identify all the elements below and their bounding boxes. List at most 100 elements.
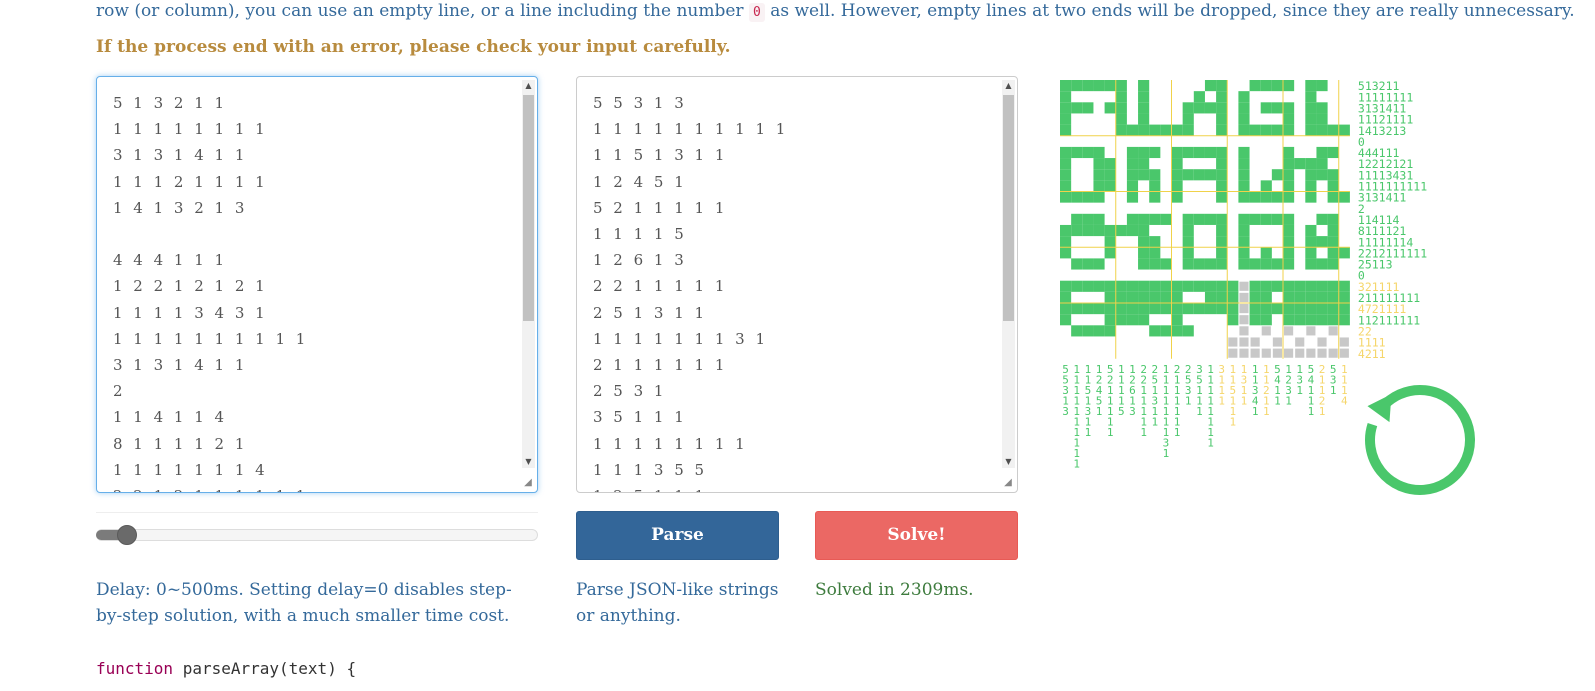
grid-cell-filled [1283, 236, 1295, 248]
resize-grip-icon[interactable]: ◢ [522, 477, 534, 489]
grid-cell-filled [1149, 169, 1161, 181]
grid-cell-filled [1316, 314, 1328, 326]
grid-cell-filled [1316, 102, 1328, 114]
grid-cell-filled [1216, 169, 1228, 181]
grid-cell-filled [1204, 80, 1217, 92]
grid-cell-filled [1283, 303, 1295, 315]
grid-cell-filled [1216, 102, 1228, 114]
grid-cell-filled [1327, 247, 1339, 259]
grid-cell-filled [1104, 280, 1116, 292]
grid-cell-unknown [1228, 337, 1238, 347]
grid-cell-filled [1182, 325, 1194, 337]
grid-cell-filled [1071, 191, 1083, 203]
grid-cell-filled [1316, 280, 1328, 292]
grid-cell-filled [1327, 291, 1339, 303]
scroll-up-arrow-icon[interactable]: ▲ [522, 80, 535, 92]
scrollbar-thumb[interactable] [523, 95, 534, 321]
grid-cell-filled [1082, 258, 1094, 270]
parse-button[interactable]: Parse [576, 511, 779, 560]
column-clue: 1 [1174, 426, 1181, 439]
col-clues-scrollbar[interactable]: ▲ ▼ [1002, 80, 1015, 468]
grid-cell-filled [1216, 91, 1228, 103]
grid-cell-filled [1305, 169, 1317, 181]
scroll-down-arrow-icon[interactable]: ▼ [1002, 456, 1015, 468]
grid-cell-unknown [1228, 348, 1238, 358]
solve-button[interactable]: Solve! [815, 511, 1018, 560]
grid-cell-filled [1316, 80, 1328, 92]
grid-cell-filled [1305, 158, 1317, 170]
grid-cell-filled [1227, 314, 1239, 326]
grid-cell-filled [1082, 325, 1094, 337]
grid-cell-filled [1149, 213, 1161, 225]
grid-cell-filled [1060, 169, 1072, 181]
grid-cell-filled [1216, 180, 1228, 192]
scrollbar-thumb[interactable] [1003, 95, 1014, 321]
col-clues-textarea[interactable]: 5 5 3 1 3 1 1 1 1 1 1 1 1 1 1 1 1 5 1 3 … [576, 76, 1018, 493]
grid-cell-filled [1283, 191, 1295, 203]
grid-cell-filled [1294, 280, 1306, 292]
grid-cell-filled [1238, 113, 1250, 125]
grid-cell-filled [1126, 303, 1139, 315]
grid-cell-filled [1138, 236, 1150, 248]
grid-cell-filled [1283, 180, 1295, 192]
grid-cell-filled [1294, 291, 1306, 303]
grid-cell-filled [1149, 325, 1161, 337]
grid-cell-filled [1082, 80, 1094, 92]
grid-cell-filled [1327, 314, 1339, 326]
grid-cell-filled [1294, 303, 1306, 315]
grid-cell-filled [1126, 213, 1139, 225]
grid-cell-filled [1171, 291, 1183, 303]
column-clue: 3 [1129, 405, 1136, 418]
grid-cell-unknown [1306, 348, 1316, 358]
grid-cell-filled [1305, 236, 1317, 248]
grid-cell-filled [1305, 80, 1317, 92]
grid-cell-filled [1338, 280, 1350, 292]
grid-cell-filled [1060, 191, 1072, 203]
grid-cell-filled [1216, 258, 1228, 270]
grid-cell-filled [1071, 280, 1083, 292]
slider-track[interactable] [96, 529, 538, 541]
grid-cell-filled [1071, 102, 1083, 114]
grid-cell-filled [1060, 80, 1072, 92]
column-clue: 1 [1085, 426, 1092, 439]
grid-cell-filled [1104, 102, 1116, 114]
grid-cell-filled [1305, 180, 1317, 192]
scroll-up-arrow-icon[interactable]: ▲ [1002, 80, 1015, 92]
delay-slider[interactable] [96, 512, 538, 558]
grid-cell-filled [1193, 102, 1205, 114]
grid-cell-filled [1126, 146, 1139, 159]
grid-cell-filled [1271, 303, 1283, 315]
slider-handle[interactable] [117, 525, 138, 545]
grid-cell-filled [1060, 236, 1072, 248]
grid-cell-filled [1316, 124, 1328, 136]
grid-cell-filled [1260, 102, 1272, 114]
grid-cell-filled [1316, 236, 1328, 248]
grid-cell-filled [1171, 325, 1183, 337]
grid-cell-filled [1115, 91, 1127, 103]
row-clues-scrollbar[interactable]: ▲ ▼ [522, 80, 535, 468]
grid-cell-filled [1160, 291, 1172, 303]
grid-cell-filled [1338, 314, 1350, 326]
row-clue: 4211 [1358, 347, 1386, 361]
resize-grip-icon[interactable]: ◢ [1002, 477, 1014, 489]
grid-cell-filled [1182, 113, 1194, 125]
column-clue: 1 [1151, 415, 1158, 428]
grid-cell-filled [1104, 80, 1116, 92]
grid-cell-filled [1160, 213, 1172, 225]
grid-cell-filled [1283, 80, 1295, 92]
grid-cell-filled [1193, 213, 1205, 225]
grid-cell-filled [1271, 191, 1283, 203]
scroll-down-arrow-icon[interactable]: ▼ [522, 456, 535, 468]
grid-cell-filled [1115, 314, 1127, 326]
grid-cell-filled [1305, 113, 1317, 125]
column-clue: 1 [1296, 384, 1303, 397]
grid-cell-filled [1093, 224, 1105, 237]
grid-cell-filled [1060, 124, 1072, 136]
grid-cell-filled [1082, 102, 1094, 114]
grid-cell-filled [1260, 124, 1272, 136]
grid-cell-unknown [1239, 304, 1249, 314]
grid-cell-filled [1238, 169, 1250, 181]
grid-cell-filled [1216, 247, 1228, 259]
row-clues-textarea[interactable]: 5 1 3 2 1 1 1 1 1 1 1 1 1 1 3 1 3 1 4 1 … [96, 76, 538, 493]
grid-cell-filled [1316, 258, 1328, 270]
